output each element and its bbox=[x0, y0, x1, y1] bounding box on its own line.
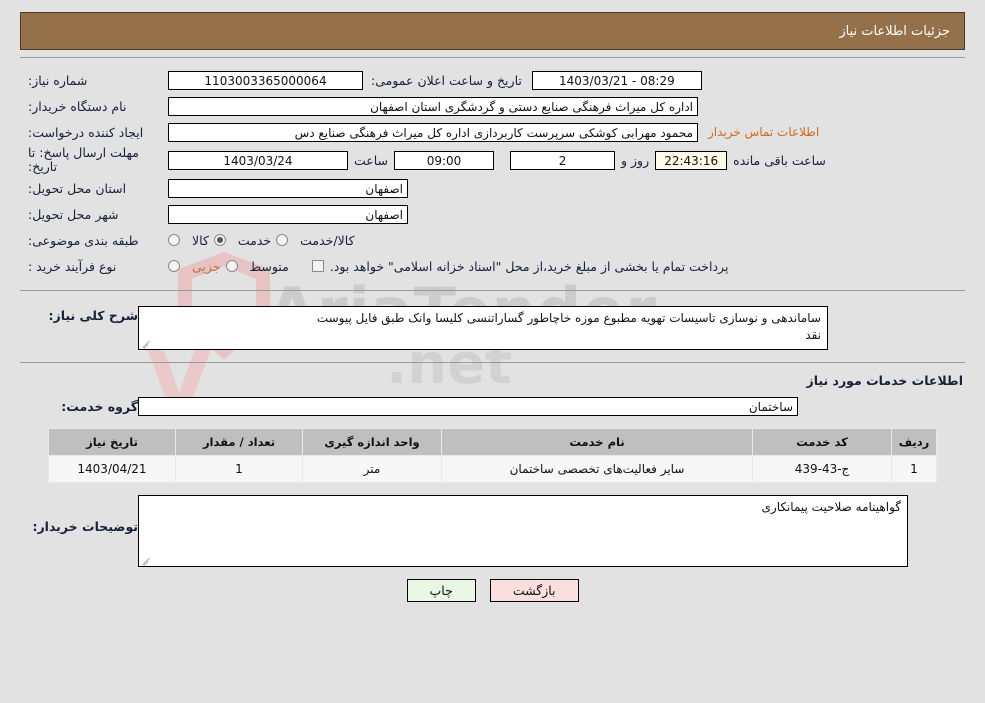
row-deadline: ساعت باقی مانده 22:43:16 روز و 2 09:00 س… bbox=[20, 146, 965, 174]
buyer-notes-label: توضیحات خریدار: bbox=[32, 519, 138, 534]
countdown-field: 22:43:16 bbox=[655, 150, 728, 170]
announce-datetime-label: تاریخ و ساعت اعلان عمومی: bbox=[371, 72, 522, 88]
process-type-label: نوع فرآیند خرید : bbox=[28, 258, 117, 274]
col-radif: ردیف bbox=[891, 428, 937, 456]
buyer-notes-textarea[interactable]: گواهینامه صلاحیت پیمانکاری bbox=[138, 495, 908, 567]
category-option-2-label: کالا/خدمت bbox=[300, 232, 355, 248]
service-group-label: گروه خدمت: bbox=[61, 398, 138, 414]
footer-actions: بازگشت چاپ bbox=[0, 579, 985, 602]
row-process-type: پرداخت تمام یا بخشی از مبلغ خرید،از محل … bbox=[20, 254, 965, 278]
cell-code: ج-43-439 bbox=[752, 455, 892, 483]
deadline-date-field[interactable]: 1403/03/24 bbox=[168, 150, 348, 170]
table-header-row: ردیف کد خدمت نام خدمت واحد اندازه گیری ت… bbox=[48, 428, 937, 456]
services-section: اطلاعات خدمات مورد نیاز ساختمان گروه خدم… bbox=[0, 373, 985, 483]
announce-datetime-field[interactable]: 08:29 - 1403/03/21 bbox=[531, 70, 702, 90]
print-button[interactable]: چاپ bbox=[406, 579, 476, 602]
row-buyer-notes: گواهینامه صلاحیت پیمانکاری توضیحات خریدا… bbox=[20, 495, 965, 567]
service-group-field[interactable]: ساختمان bbox=[138, 396, 798, 416]
col-name: نام خدمت bbox=[441, 428, 753, 456]
buyer-contact-link[interactable]: اطلاعات تماس خریدار bbox=[708, 125, 819, 139]
treasury-note-text: پرداخت تمام یا بخشی از مبلغ خرید،از محل … bbox=[329, 258, 729, 274]
row-need-number: 08:29 - 1403/03/21 تاریخ و ساعت اعلان عم… bbox=[20, 68, 965, 92]
page-title: جزئیات اطلاعات نیاز bbox=[839, 23, 950, 39]
category-radio-khedmat[interactable] bbox=[213, 234, 226, 246]
buyer-notes-text: گواهینامه صلاحیت پیمانکاری bbox=[761, 500, 902, 514]
category-radio-kala[interactable] bbox=[168, 234, 180, 246]
need-summary-line-1: ساماندهی و نوسازی تاسیسات تهویه مطبوع مو… bbox=[316, 311, 821, 325]
days-remaining-field[interactable]: 2 bbox=[510, 150, 616, 170]
deadline-time-field[interactable]: 09:00 bbox=[394, 150, 495, 170]
cell-date: 1403/04/21 bbox=[48, 455, 176, 483]
col-code: کد خدمت bbox=[752, 428, 892, 456]
province-field[interactable]: اصفهان bbox=[168, 178, 408, 198]
time-word-label: ساعت bbox=[354, 152, 389, 168]
page-root: جزئیات اطلاعات نیاز 08:29 - 1403/03/21 ت… bbox=[0, 12, 985, 602]
request-creator-label: ایجاد کننده درخواست: bbox=[28, 124, 144, 140]
row-province: اصفهان استان محل تحویل: bbox=[20, 176, 965, 200]
process-radio-motevaset[interactable] bbox=[225, 260, 238, 272]
summary-panel: ساماندهی و نوسازی تاسیسات تهویه مطبوع مو… bbox=[20, 298, 965, 363]
deadline-label: مهلت ارسال پاسخ: تا تاریخ: bbox=[28, 145, 139, 174]
col-qty: تعداد / مقدار bbox=[175, 428, 303, 456]
need-number-label: شماره نیاز: bbox=[28, 72, 88, 88]
services-table-wrap: ردیف کد خدمت نام خدمت واحد اندازه گیری ت… bbox=[48, 428, 937, 483]
category-label: طبقه بندی موضوعی: bbox=[28, 232, 139, 248]
request-creator-field[interactable]: محمود مهرابی کوشکی سرپرست کاربردازی ادار… bbox=[168, 122, 698, 142]
buyer-org-label: نام دستگاه خریدار: bbox=[28, 98, 127, 114]
process-option-1-label: متوسط bbox=[249, 258, 289, 274]
page-header: جزئیات اطلاعات نیاز bbox=[20, 12, 965, 50]
col-unit: واحد اندازه گیری bbox=[302, 428, 442, 456]
resize-grip-icon[interactable] bbox=[141, 555, 151, 565]
province-label: استان محل تحویل: bbox=[28, 180, 127, 196]
need-summary-textarea[interactable]: ساماندهی و نوسازی تاسیسات تهویه مطبوع مو… bbox=[138, 306, 828, 350]
city-label: شهر محل تحویل: bbox=[28, 206, 119, 222]
row-city: اصفهان شهر محل تحویل: bbox=[20, 202, 965, 226]
resize-grip-icon[interactable] bbox=[141, 338, 151, 348]
row-buyer-org: اداره کل میراث فرهنگی صنایع دستی و گردشگ… bbox=[20, 94, 965, 118]
row-category: کالا/خدمت خدمت کالا طبقه بندی موضوعی: bbox=[20, 228, 965, 252]
row-request-creator: اطلاعات تماس خریدار محمود مهرابی کوشکی س… bbox=[20, 120, 965, 144]
services-section-title: اطلاعات خدمات مورد نیاز bbox=[806, 373, 964, 388]
city-field[interactable]: اصفهان bbox=[168, 204, 408, 224]
cell-radif: 1 bbox=[891, 455, 937, 483]
need-number-field[interactable]: 1103003365000064 bbox=[168, 70, 363, 90]
treasury-checkbox[interactable] bbox=[311, 260, 324, 272]
process-option-0-label: جزیی bbox=[192, 258, 221, 274]
category-option-0-label: کالا bbox=[192, 232, 209, 248]
need-summary-label: شرح کلی نیاز: bbox=[48, 308, 138, 323]
category-radio-kala-khedmat[interactable] bbox=[276, 234, 289, 246]
row-service-group: ساختمان گروه خدمت: bbox=[20, 394, 965, 418]
category-option-1-label: خدمت bbox=[237, 232, 272, 248]
row-summary: ساماندهی و نوسازی تاسیسات تهویه مطبوع مو… bbox=[20, 306, 965, 350]
col-date: تاریخ نیاز bbox=[48, 428, 176, 456]
cell-unit: متر bbox=[302, 455, 442, 483]
table-row: 1 ج-43-439 سایر فعالیت‌های تخصصی ساختمان… bbox=[48, 455, 937, 483]
cell-name: سایر فعالیت‌های تخصصی ساختمان bbox=[441, 455, 753, 483]
cell-qty: 1 bbox=[175, 455, 303, 483]
need-info-panel: 08:29 - 1403/03/21 تاریخ و ساعت اعلان عم… bbox=[20, 57, 965, 291]
services-table: ردیف کد خدمت نام خدمت واحد اندازه گیری ت… bbox=[48, 428, 937, 483]
days-word-label: روز و bbox=[621, 152, 650, 168]
remaining-word-label: ساعت باقی مانده bbox=[733, 152, 826, 168]
process-radio-jozi[interactable] bbox=[168, 260, 180, 272]
buyer-org-field[interactable]: اداره کل میراث فرهنگی صنایع دستی و گردشگ… bbox=[168, 96, 698, 116]
back-button[interactable]: بازگشت bbox=[489, 579, 579, 602]
need-summary-line-2: نقد bbox=[805, 328, 821, 342]
